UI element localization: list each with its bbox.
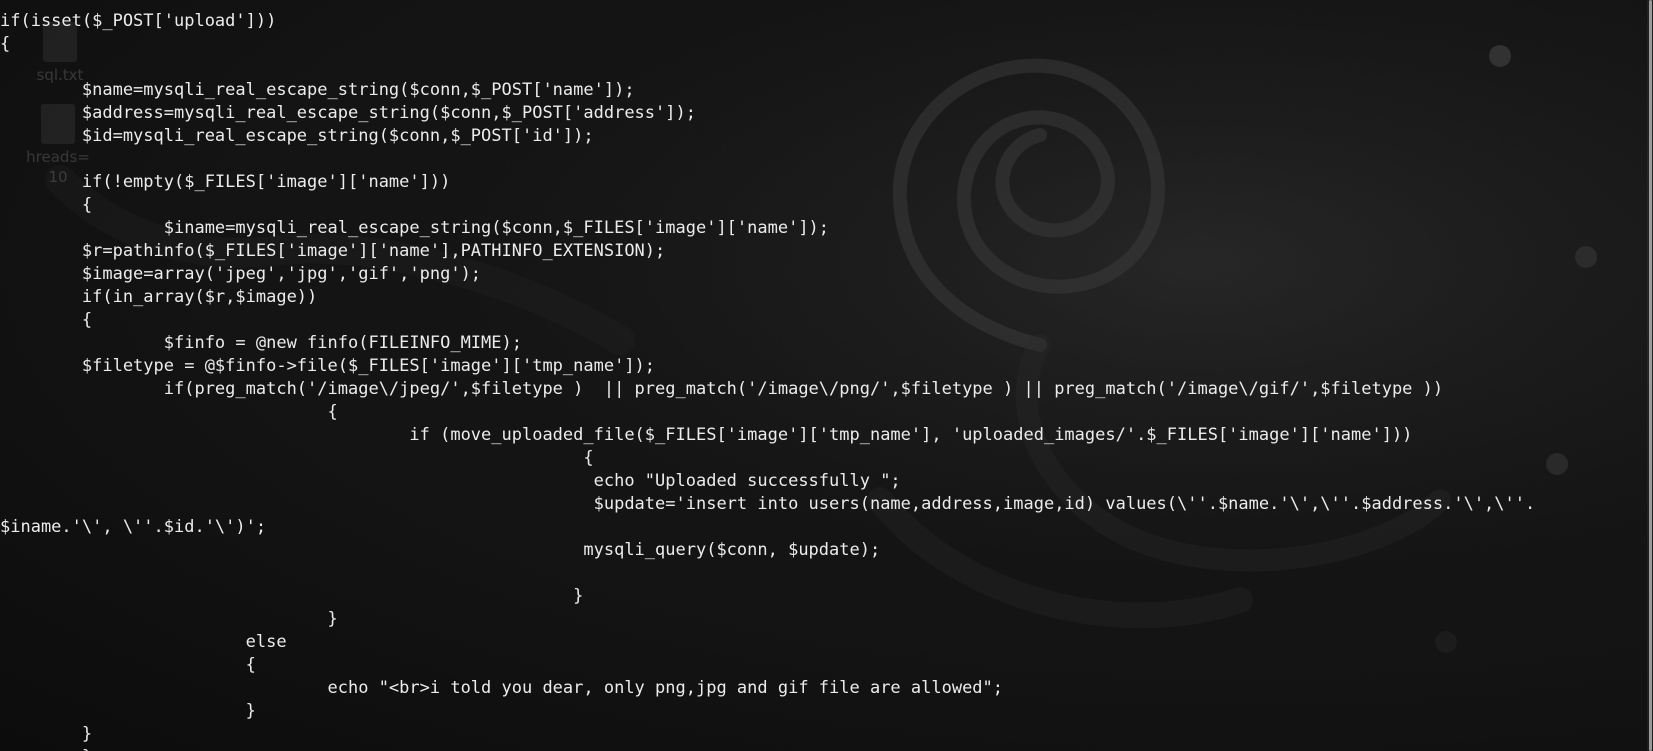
code-line: $update='insert into users(name,address,… [0, 494, 1536, 514]
code-line: { [0, 34, 11, 54]
code-line: { [0, 448, 594, 468]
code-line: if (move_uploaded_file($_FILES['image'][… [0, 425, 1413, 445]
code-line: if(in_array($r,$image)) [0, 287, 318, 307]
terminal-output[interactable]: if(isset($_POST['upload'])) { $name=mysql… [0, 10, 1650, 751]
code-line: else [0, 632, 287, 652]
code-line: if(preg_match('/image\/jpeg/',$filetype … [0, 379, 1444, 399]
code-line: { [0, 402, 338, 422]
code-line: $filetype = @$finfo->file($_FILES['image… [0, 356, 656, 376]
code-line: } [0, 724, 93, 744]
scrollbar-thumb[interactable] [1649, 0, 1652, 751]
code-line: $r=pathinfo($_FILES['image']['name'],PAT… [0, 241, 666, 261]
code-line: { [0, 655, 256, 675]
code-line: } [0, 701, 256, 721]
code-line: $finfo = @new finfo(FILEINFO_MIME); [0, 333, 522, 353]
code-line: $name=mysqli_real_escape_string($conn,$_… [0, 80, 635, 100]
code-line: echo "Uploaded successfully "; [0, 471, 901, 491]
code-line: $image=array('jpeg','jpg','gif','png'); [0, 264, 482, 284]
code-line: if(isset($_POST['upload'])) [0, 11, 277, 31]
code-line: { [0, 195, 93, 215]
terminal-scrollbar[interactable] [1647, 0, 1653, 751]
code-line: mysqli_query($conn, $update); [0, 540, 881, 560]
code-line: $address=mysqli_real_escape_string($conn… [0, 103, 696, 123]
code-line: $iname=mysqli_real_escape_string($conn,$… [0, 218, 830, 238]
code-line: $iname.'\', \''.$id.'\')'; [0, 517, 267, 537]
code-line: { [0, 310, 93, 330]
code-line: } [0, 586, 584, 606]
code-line: } [0, 746, 1650, 751]
code-line: echo "<br>i told you dear, only png,jpg … [0, 678, 1004, 698]
code-line: if(!empty($_FILES['image']['name'])) [0, 172, 451, 192]
code-line: } [0, 609, 338, 629]
code-line: $id=mysqli_real_escape_string($conn,$_PO… [0, 126, 594, 146]
